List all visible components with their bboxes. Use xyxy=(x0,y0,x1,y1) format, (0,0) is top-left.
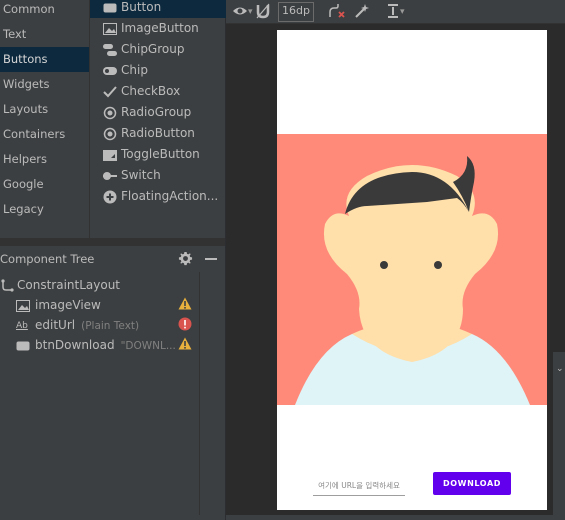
component-tree: ConstraintLayout imageView Ab editUrl (Pla… xyxy=(0,272,225,520)
palette-item-label: ChipGroup xyxy=(121,42,185,56)
tree-node-label: ConstraintLayout xyxy=(17,278,121,292)
chip-icon xyxy=(102,60,118,81)
palette-items: Button ImageButton ChipGroup Chip CheckB… xyxy=(89,0,226,238)
component-tree-header: Component Tree xyxy=(0,246,225,272)
chevron-down-icon[interactable]: ⌄ xyxy=(556,364,564,374)
image-view[interactable] xyxy=(277,134,547,405)
error-icon[interactable] xyxy=(178,317,192,334)
text-field-icon: Ab xyxy=(16,320,28,331)
constraint-layout-icon xyxy=(1,278,14,292)
palette-item-imagebutton[interactable]: ImageButton xyxy=(90,18,226,39)
canvas-bottom-bar xyxy=(226,515,565,520)
button-icon xyxy=(16,341,30,350)
category-layouts[interactable]: Layouts xyxy=(0,97,89,122)
tree-node-btndownload[interactable]: btnDownload "DOWNL... xyxy=(16,335,176,355)
category-text[interactable]: Text xyxy=(0,22,89,47)
palette-item-togglebutton[interactable]: ToggleButton xyxy=(90,144,226,165)
tree-node-imageview[interactable]: imageView xyxy=(16,295,101,315)
category-buttons[interactable]: Buttons xyxy=(0,47,89,72)
chevron-down-icon[interactable]: ▾ xyxy=(400,3,405,21)
chevron-down-icon[interactable]: ▾ xyxy=(248,3,253,21)
palette-item-radiobutton[interactable]: RadioButton xyxy=(90,123,226,144)
image-button-icon xyxy=(102,18,118,39)
align-icon[interactable] xyxy=(386,3,400,21)
warning-icon[interactable] xyxy=(178,337,192,353)
plus-circle-icon xyxy=(102,186,118,207)
canvas-side-toolbar[interactable]: ⌄ xyxy=(553,352,565,520)
palette-item-floatingactionbutton[interactable]: FloatingAction... xyxy=(90,186,226,207)
radio-button-icon xyxy=(102,123,118,144)
palette-categories: Common Text Buttons Widgets Layouts Cont… xyxy=(0,0,89,238)
clear-constraints-icon[interactable] xyxy=(328,3,346,21)
palette-item-label: RadioButton xyxy=(121,126,195,140)
gear-icon[interactable] xyxy=(178,251,193,269)
minimize-icon[interactable] xyxy=(205,258,217,260)
download-button[interactable]: DOWNLOAD xyxy=(433,472,511,495)
radio-group-icon xyxy=(102,102,118,123)
tree-node-label: btnDownload xyxy=(35,338,115,352)
layout-preview[interactable]: 여기에 URL을 입력하세요 DOWNLOAD xyxy=(277,30,547,510)
palette-item-label: Chip xyxy=(121,63,148,77)
tree-node-detail: "DOWNL... xyxy=(120,340,176,352)
person-illustration xyxy=(295,156,530,405)
tree-node-label: editUrl xyxy=(35,318,76,332)
eye-icon[interactable] xyxy=(232,3,248,21)
palette-item-radiogroup[interactable]: RadioGroup xyxy=(90,102,226,123)
category-containers[interactable]: Containers xyxy=(0,122,89,147)
palette-item-button[interactable]: Button xyxy=(90,0,226,18)
category-google[interactable]: Google xyxy=(0,172,89,197)
infer-constraints-icon[interactable] xyxy=(354,3,370,21)
category-widgets[interactable]: Widgets xyxy=(0,72,89,97)
magnet-icon[interactable] xyxy=(256,3,270,21)
tree-node-constraintlayout[interactable]: ConstraintLayout xyxy=(0,275,120,295)
switch-icon xyxy=(102,165,118,186)
tree-column-divider xyxy=(199,272,200,515)
palette-item-label: Button xyxy=(121,0,162,14)
url-input[interactable]: 여기에 URL을 입력하세요 xyxy=(313,477,405,496)
palette-item-label: ToggleButton xyxy=(121,147,200,161)
design-toolbar: ▾ 16dp ▾ xyxy=(226,0,565,24)
chip-group-icon xyxy=(102,39,118,60)
category-common[interactable]: Common xyxy=(0,0,89,22)
toggle-button-icon xyxy=(102,144,118,165)
palette-item-chipgroup[interactable]: ChipGroup xyxy=(90,39,226,60)
warning-icon[interactable] xyxy=(178,297,192,313)
category-helpers[interactable]: Helpers xyxy=(0,147,89,172)
panel-splitter[interactable] xyxy=(0,238,225,246)
palette-item-label: Switch xyxy=(121,168,161,182)
default-margin-dropdown[interactable]: 16dp xyxy=(278,2,314,22)
palette-item-label: ImageButton xyxy=(121,21,199,35)
button-icon xyxy=(102,0,118,18)
palette-item-label: FloatingAction... xyxy=(121,189,219,203)
palette-item-label: CheckBox xyxy=(121,84,181,98)
tree-node-label: imageView xyxy=(35,298,101,312)
category-legacy[interactable]: Legacy xyxy=(0,197,89,222)
tree-node-editurl[interactable]: Ab editUrl (Plain Text) xyxy=(16,315,139,335)
image-icon xyxy=(16,299,30,312)
palette-item-checkbox[interactable]: CheckBox xyxy=(90,81,226,102)
palette-item-chip[interactable]: Chip xyxy=(90,60,226,81)
checkmark-icon xyxy=(102,81,118,102)
tree-node-detail: (Plain Text) xyxy=(81,320,140,332)
palette-item-switch[interactable]: Switch xyxy=(90,165,226,186)
palette-item-label: RadioGroup xyxy=(121,105,192,119)
component-tree-title: Component Tree xyxy=(0,252,95,266)
